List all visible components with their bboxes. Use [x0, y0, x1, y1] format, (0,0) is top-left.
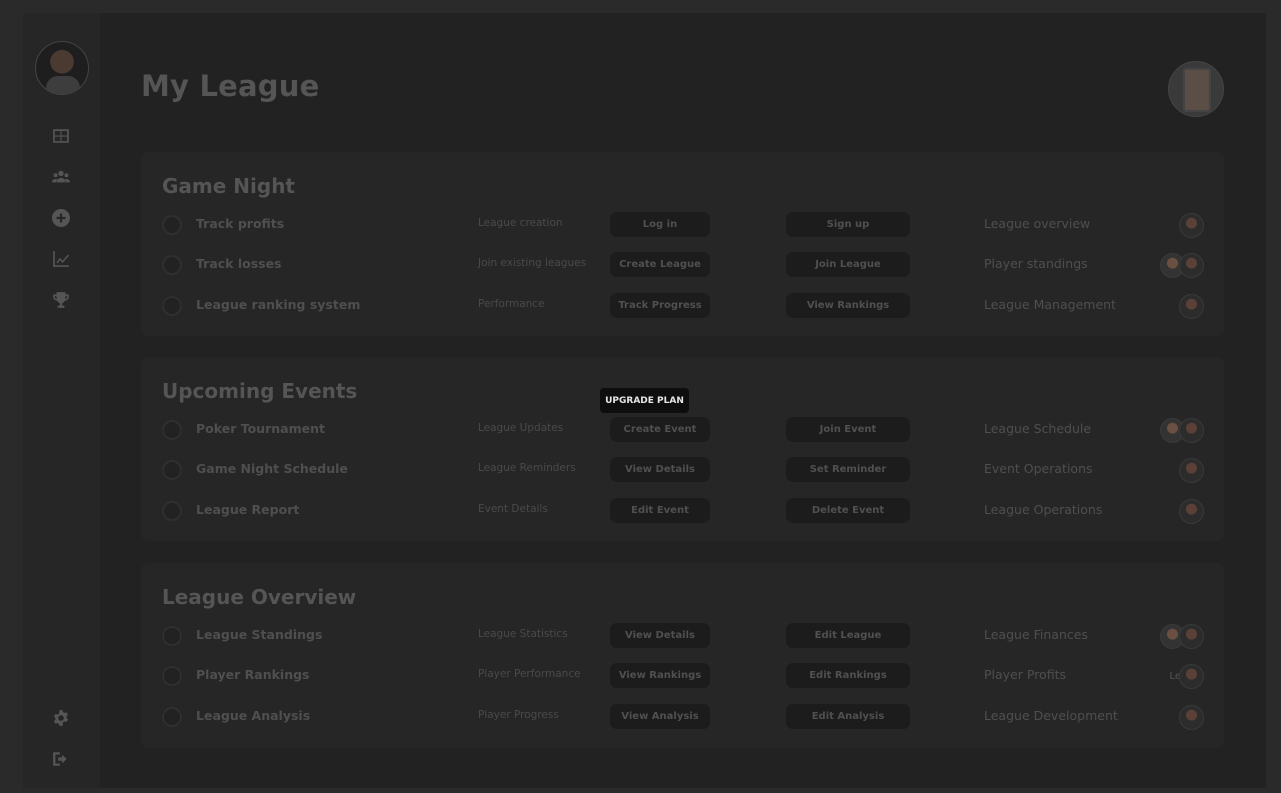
section-card: League Overview League Standings League St…: [141, 563, 1224, 748]
task-row: League Report Event Details Edit Event Dele…: [141, 496, 1224, 526]
secondary-action-button[interactable]: Join Event: [786, 417, 910, 442]
sidebar: [23, 13, 100, 788]
task-name: League Standings: [196, 627, 323, 642]
secondary-action-button[interactable]: Sign up: [786, 212, 910, 237]
assignee-avatar[interactable]: [1179, 498, 1204, 524]
secondary-action-button[interactable]: Edit Analysis: [786, 704, 910, 729]
section-title: League Overview: [162, 585, 357, 609]
assignee-avatars: [1179, 212, 1204, 238]
task-category: League Statistics: [478, 628, 568, 640]
task-row: League Analysis Player Progress View Analy…: [141, 702, 1224, 732]
trophy-icon[interactable]: [51, 290, 71, 310]
user-avatar[interactable]: [35, 41, 89, 95]
secondary-action-button[interactable]: Edit Rankings: [786, 663, 910, 688]
task-radio[interactable]: [162, 666, 182, 686]
upgrade-plan-tooltip: UPGRADE PLAN: [600, 388, 689, 413]
assignee-avatar[interactable]: [1179, 623, 1204, 649]
assignee-avatars: [1179, 293, 1204, 319]
assignee-avatar[interactable]: [1179, 293, 1204, 319]
assignee-avatars: [1179, 704, 1204, 730]
section-title: Game Night: [162, 174, 295, 198]
task-radio[interactable]: [162, 707, 182, 727]
task-category: Event Details: [478, 503, 548, 515]
task-name: League Report: [196, 502, 300, 517]
primary-action-button[interactable]: View Details: [610, 623, 710, 648]
assignee-avatars: [1179, 498, 1204, 524]
task-radio[interactable]: [162, 460, 182, 480]
task-area: League Development: [984, 708, 1118, 723]
secondary-action-button[interactable]: Join League: [786, 252, 910, 277]
assignee-avatar[interactable]: [1179, 252, 1204, 278]
assignee-avatars: [1160, 623, 1204, 649]
primary-action-button[interactable]: Create League: [610, 252, 710, 277]
task-row: Track profits League creation Log in Sign u…: [141, 210, 1224, 240]
secondary-action-button[interactable]: Edit League: [786, 623, 910, 648]
task-row: Player Rankings Player Performance View Ra…: [141, 661, 1224, 691]
primary-action-button[interactable]: Edit Event: [610, 498, 710, 523]
assignee-avatar[interactable]: [1179, 212, 1204, 238]
task-area: Event Operations: [984, 461, 1093, 476]
task-category: Performance: [478, 298, 545, 310]
primary-action-button[interactable]: View Details: [610, 457, 710, 482]
chart-line-icon[interactable]: [51, 249, 71, 269]
gear-icon[interactable]: [51, 708, 71, 728]
task-area: League Management: [984, 297, 1116, 312]
task-radio[interactable]: [162, 420, 182, 440]
assignee-avatars: [1160, 252, 1204, 278]
assignee-avatars: [1179, 457, 1204, 483]
secondary-action-button[interactable]: Set Reminder: [786, 457, 910, 482]
task-area: League Schedule: [984, 421, 1092, 436]
task-name: Player Rankings: [196, 667, 310, 682]
task-name: League ranking system: [196, 297, 361, 312]
task-category: League Updates: [478, 422, 564, 434]
task-category: League creation: [478, 217, 563, 229]
section-card: Upcoming Events Poker Tournament League Up…: [141, 357, 1224, 541]
assignee-avatar[interactable]: [1179, 663, 1204, 689]
profile-avatar[interactable]: [1168, 61, 1224, 117]
assignee-avatar[interactable]: [1179, 704, 1204, 730]
assignee-avatars: Le: [1169, 663, 1204, 689]
task-name: League Analysis: [196, 708, 311, 723]
assignee-avatar[interactable]: [1179, 457, 1204, 483]
secondary-action-button[interactable]: View Rankings: [786, 293, 910, 318]
task-area: Player Profits: [984, 667, 1066, 682]
task-area: League Finances: [984, 627, 1088, 642]
section-card: Game Night Track profits League creation Lo…: [141, 152, 1224, 336]
task-row: League ranking system Performance Track Pr…: [141, 291, 1224, 321]
task-category: League Reminders: [478, 462, 576, 474]
task-radio[interactable]: [162, 501, 182, 521]
primary-action-button[interactable]: View Rankings: [610, 663, 710, 688]
task-radio[interactable]: [162, 296, 182, 316]
section-title: Upcoming Events: [162, 379, 358, 403]
plus-circle-icon[interactable]: [51, 208, 71, 228]
task-area: Player standings: [984, 256, 1088, 271]
task-radio[interactable]: [162, 215, 182, 235]
page-title: My League: [141, 69, 320, 103]
task-row: Game Night Schedule League Reminders View …: [141, 455, 1224, 485]
task-radio[interactable]: [162, 255, 182, 275]
secondary-action-button[interactable]: Delete Event: [786, 498, 910, 523]
task-category: Player Progress: [478, 709, 559, 721]
assignee-avatar[interactable]: [1179, 417, 1204, 443]
primary-action-button[interactable]: View Analysis: [610, 704, 710, 729]
dashboard-icon[interactable]: [51, 126, 71, 146]
task-name: Poker Tournament: [196, 421, 325, 436]
task-row: Poker Tournament League Updates Create Eve…: [141, 415, 1224, 445]
assignee-avatars: [1160, 417, 1204, 443]
users-icon[interactable]: [51, 167, 71, 187]
primary-action-button[interactable]: Log in: [610, 212, 710, 237]
task-radio[interactable]: [162, 626, 182, 646]
task-row: Track losses Join existing leagues Create …: [141, 250, 1224, 280]
logout-icon[interactable]: [51, 749, 71, 769]
task-name: Game Night Schedule: [196, 461, 348, 476]
primary-action-button[interactable]: Create Event: [610, 417, 710, 442]
task-name: Track losses: [196, 256, 282, 271]
task-name: Track profits: [196, 216, 285, 231]
task-category: Join existing leagues: [478, 257, 587, 269]
task-category: Player Performance: [478, 668, 581, 680]
task-area: League overview: [984, 216, 1091, 231]
primary-action-button[interactable]: Track Progress: [610, 293, 710, 318]
task-row: League Standings League Statistics View De…: [141, 621, 1224, 651]
task-area: League Operations: [984, 502, 1103, 517]
